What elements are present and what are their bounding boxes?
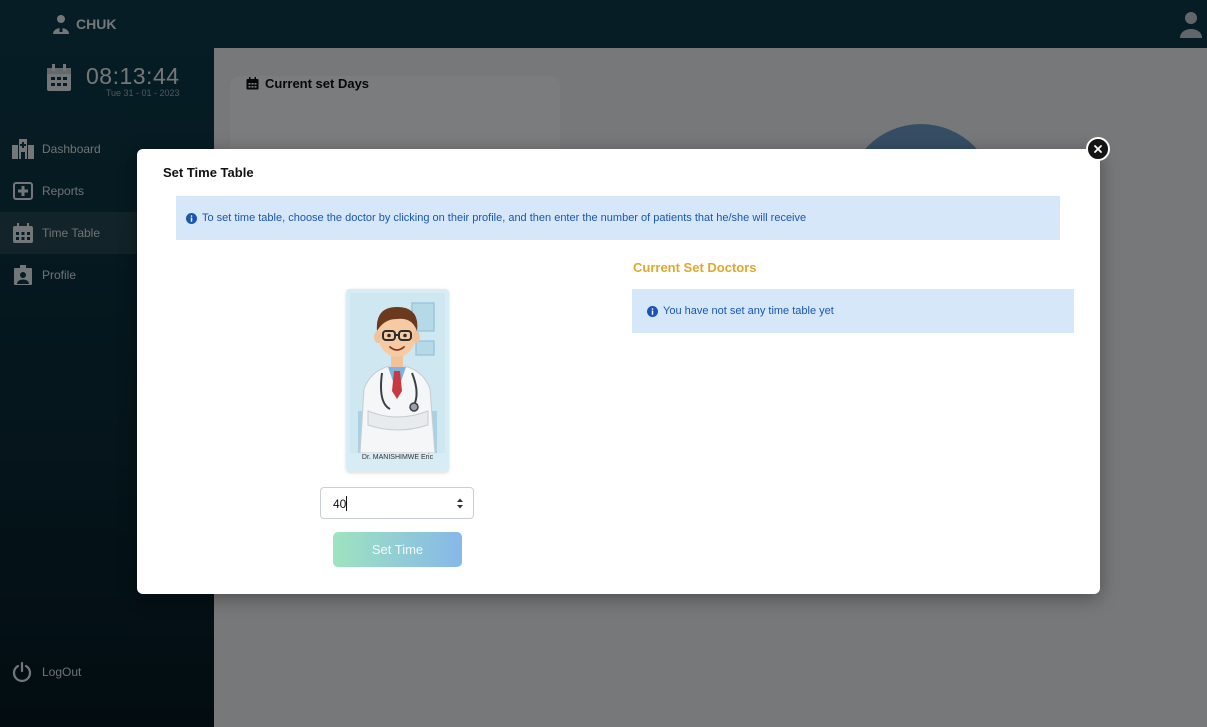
set-time-table-modal: Set Time Table To set time table, choose… <box>137 137 1110 594</box>
instructions-text: To set time table, choose the doctor by … <box>202 212 807 224</box>
text-caret <box>346 496 347 511</box>
info-icon <box>647 305 658 317</box>
patients-number-value: 40 <box>333 497 347 511</box>
close-button[interactable] <box>1086 137 1110 161</box>
set-time-button[interactable]: Set Time <box>333 532 462 567</box>
empty-state-banner: You have not set any time table yet <box>632 289 1074 333</box>
doctor-name: Dr. MANISHIMWE Eric <box>361 454 434 461</box>
patients-number-input[interactable]: 40 <box>320 487 474 519</box>
instructions-banner: To set time table, choose the doctor by … <box>176 196 1060 240</box>
empty-state-text: You have not set any time table yet <box>663 305 834 317</box>
close-icon <box>1094 145 1102 153</box>
doctor-profile-card[interactable]: Dr. MANISHIMWE Eric <box>346 289 449 472</box>
current-set-doctors-title: Current Set Doctors <box>633 260 757 275</box>
doctor-avatar <box>350 293 445 453</box>
number-stepper-icon[interactable] <box>455 496 465 511</box>
info-icon <box>186 212 197 224</box>
modal-title: Set Time Table <box>163 165 254 180</box>
